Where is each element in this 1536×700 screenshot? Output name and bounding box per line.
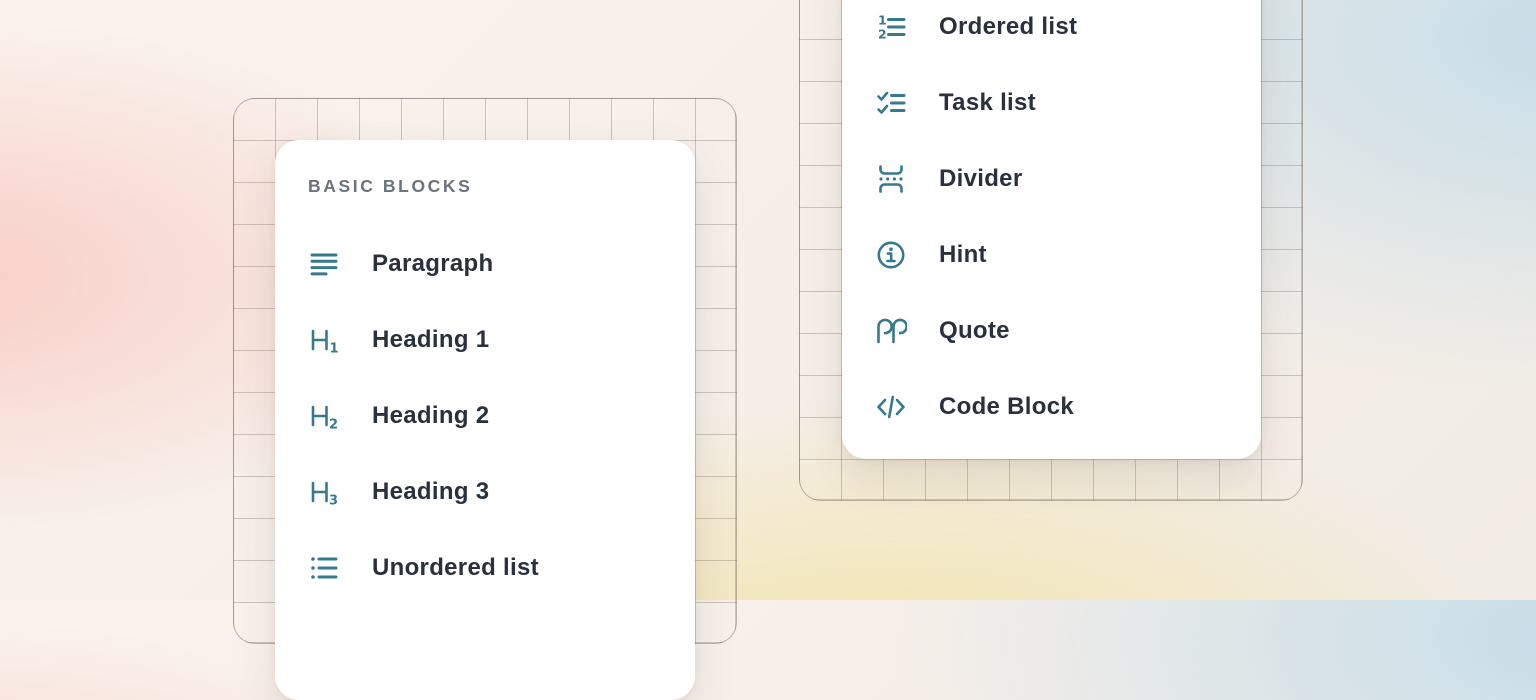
svg-text:1: 1 xyxy=(878,13,887,28)
svg-text:2: 2 xyxy=(878,27,887,42)
menu-item-task-list[interactable]: Task list xyxy=(842,65,1261,141)
menu-item-label: Unordered list xyxy=(372,554,539,582)
menu-item-label: Heading 2 xyxy=(372,402,489,430)
menu-item-label: Quote xyxy=(939,317,1010,345)
menu-item-label: Paragraph xyxy=(372,250,493,278)
menu-item-label: Heading 3 xyxy=(372,478,489,506)
section-title: BASIC BLOCKS xyxy=(275,140,695,226)
heading-2-icon: 2 xyxy=(308,400,340,432)
menu-item-label: Ordered list xyxy=(939,13,1077,41)
code-block-icon xyxy=(875,391,907,423)
svg-text:2: 2 xyxy=(329,418,338,433)
menu-item-unordered-list[interactable]: Unordered list xyxy=(275,530,695,606)
paragraph-icon xyxy=(308,248,340,280)
unordered-list-icon xyxy=(308,552,340,584)
menu-item-heading-1[interactable]: 1 Heading 1 xyxy=(275,302,695,378)
more-blocks-menu: 1 2 Ordered list Task list xyxy=(842,0,1261,459)
svg-text:3: 3 xyxy=(329,494,338,509)
heading-3-icon: 3 xyxy=(308,476,340,508)
menu-item-paragraph[interactable]: Paragraph xyxy=(275,226,695,302)
menu-item-ordered-list[interactable]: 1 2 Ordered list xyxy=(842,0,1261,65)
task-list-icon xyxy=(875,87,907,119)
ordered-list-icon: 1 2 xyxy=(875,11,907,43)
menu-item-code-block[interactable]: Code Block xyxy=(842,369,1261,445)
menu-item-label: Hint xyxy=(939,241,987,269)
menu-item-label: Heading 1 xyxy=(372,326,489,354)
heading-1-icon: 1 xyxy=(308,324,340,356)
svg-text:1: 1 xyxy=(330,342,339,357)
basic-blocks-menu: BASIC BLOCKS Paragraph 1 Heading 1 2 Hea… xyxy=(275,140,695,700)
divider-icon xyxy=(875,163,907,195)
menu-item-heading-3[interactable]: 3 Heading 3 xyxy=(275,454,695,530)
menu-item-heading-2[interactable]: 2 Heading 2 xyxy=(275,378,695,454)
menu-item-label: Divider xyxy=(939,165,1022,193)
hint-icon xyxy=(875,239,907,271)
menu-item-label: Code Block xyxy=(939,393,1074,421)
quote-icon xyxy=(875,315,907,347)
editor-blocks-promo: { "colors": { "icon_teal": "#37798f", "i… xyxy=(0,0,1536,600)
menu-item-quote[interactable]: Quote xyxy=(842,293,1261,369)
menu-item-divider[interactable]: Divider xyxy=(842,141,1261,217)
menu-item-label: Task list xyxy=(939,89,1036,117)
menu-item-hint[interactable]: Hint xyxy=(842,217,1261,293)
